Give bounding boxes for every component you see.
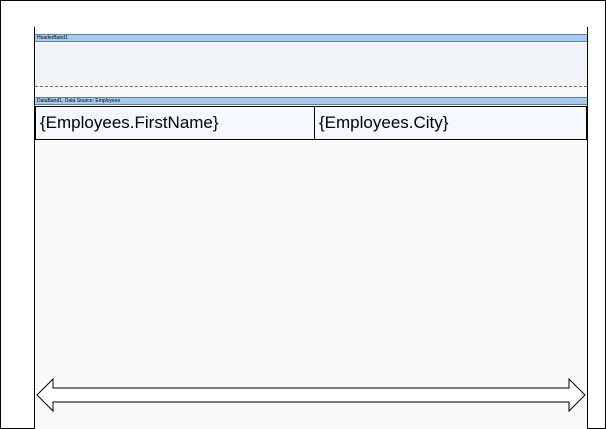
arrow-left-tick	[34, 406, 35, 414]
page-width-arrow-icon	[36, 377, 586, 413]
city-textbox[interactable]: {Employees.City}	[314, 106, 587, 140]
data-band-caption[interactable]: DataBand1, Data Source: Employees	[35, 97, 587, 105]
report-page[interactable]: HeaderBand1 DataBand1, Data Source: Empl…	[34, 27, 588, 429]
header-band[interactable]	[35, 43, 587, 87]
firstname-textbox[interactable]: {Employees.FirstName}	[35, 106, 315, 140]
page-corner-mark	[587, 27, 588, 34]
header-band-caption[interactable]: HeaderBand1	[35, 34, 587, 42]
arrow-left-tick	[34, 376, 35, 384]
page-corner-mark	[34, 27, 35, 34]
